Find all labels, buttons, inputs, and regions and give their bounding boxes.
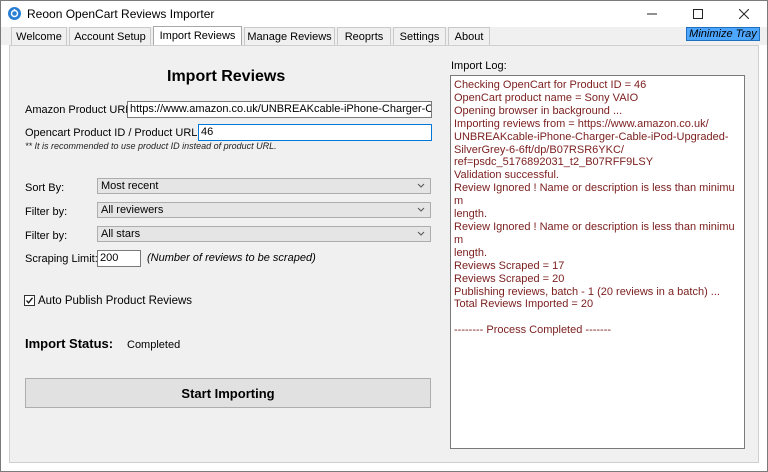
log-line: Opening browser in background ...	[454, 104, 623, 117]
log-line: -------- Process Completed -------	[454, 324, 612, 337]
maximize-icon	[693, 9, 703, 19]
log-line: Review Ignored ! Name or description is …	[454, 220, 735, 246]
log-line: Review Ignored ! Name or description is …	[454, 182, 735, 208]
log-line: ref=psdc_5176892031_t2_B07RFF9LSY	[454, 156, 654, 169]
scraping-limit-label: Scraping Limit:	[25, 253, 98, 265]
product-id-note: ** It is recommended to use product ID i…	[25, 141, 277, 151]
tab-account-setup[interactable]: Account Setup	[69, 27, 151, 45]
filter-reviewers-label: Filter by:	[25, 206, 68, 218]
chevron-down-icon	[417, 231, 425, 236]
import-status-label: Import Status:	[25, 336, 114, 351]
tab-about[interactable]: About	[448, 27, 490, 45]
log-line: Importing reviews from = https://www.ama…	[454, 117, 709, 130]
scraping-limit-input[interactable]: 200	[97, 250, 141, 267]
product-id-input[interactable]: 46	[198, 124, 432, 141]
scraping-limit-hint: (Number of reviews to be scraped)	[147, 252, 316, 264]
sort-by-select[interactable]: Most recent	[97, 178, 431, 194]
page-title: Import Reviews	[167, 68, 286, 85]
log-line: UNBREAKcable-iPhone-Charger-Cable-iPod-U…	[454, 130, 729, 143]
filter-stars-value: All stars	[101, 228, 141, 240]
tab-welcome[interactable]: Welcome	[11, 27, 67, 45]
window-title: Reoon OpenCart Reviews Importer	[27, 7, 215, 21]
close-window-button[interactable]	[721, 1, 767, 27]
maximize-window-button[interactable]	[675, 1, 721, 27]
tab-import-reviews[interactable]: Import Reviews	[153, 26, 242, 45]
minimize-icon	[647, 13, 657, 15]
tab-settings[interactable]: Settings	[393, 27, 446, 45]
tab-reports[interactable]: Reoprts	[337, 27, 391, 45]
chevron-down-icon	[417, 207, 425, 212]
log-line: Validation successful.	[454, 169, 559, 182]
tab-manage-reviews[interactable]: Manage Reviews	[244, 27, 335, 45]
close-icon	[739, 9, 749, 19]
auto-publish-label[interactable]: Auto Publish Product Reviews	[38, 295, 192, 307]
start-importing-button[interactable]: Start Importing	[25, 378, 431, 408]
title-bar: Reoon OpenCart Reviews Importer	[1, 1, 767, 27]
log-line: Checking OpenCart for Product ID = 46	[454, 79, 647, 91]
amazon-url-input[interactable]: https://www.amazon.co.uk/UNBREAKcable-iP…	[127, 101, 432, 118]
log-line: Reviews Scraped = 17	[454, 259, 565, 272]
sort-by-value: Most recent	[101, 180, 159, 192]
minimize-window-button[interactable]	[629, 1, 675, 27]
product-id-label: Opencart Product ID / Product URL:	[25, 127, 201, 139]
log-line: Total Reviews Imported = 20	[454, 298, 594, 311]
log-line: OpenCart product name = Sony VAIO	[454, 91, 639, 104]
filter-reviewers-select[interactable]: All reviewers	[97, 202, 431, 218]
import-log-textbox[interactable]: Checking OpenCart for Product ID = 46 Ope…	[450, 75, 745, 449]
app-logo-icon	[8, 7, 21, 20]
amazon-url-label: Amazon Product URL:	[25, 104, 135, 116]
filter-stars-select[interactable]: All stars	[97, 226, 431, 242]
import-status-value: Completed	[127, 339, 181, 351]
sort-by-label: Sort By:	[25, 182, 65, 194]
auto-publish-checkbox[interactable]	[24, 295, 35, 306]
minimize-tray-button[interactable]: Minimize Tray	[686, 27, 760, 41]
log-line: length.	[454, 246, 488, 259]
log-line: Publishing reviews, batch - 1 (20 review…	[454, 285, 720, 298]
filter-reviewers-value: All reviewers	[101, 204, 164, 216]
log-line: length.	[454, 208, 488, 221]
tab-strip: Welcome Account Setup Import Reviews Man…	[1, 26, 767, 45]
log-line: Reviews Scraped = 20	[454, 272, 565, 285]
import-log-label: Import Log:	[451, 60, 507, 72]
filter-stars-label: Filter by:	[25, 230, 68, 242]
log-line: SilverGrey-6-6ft/dp/B07RSR6YKC/	[454, 143, 624, 156]
app-window: Reoon OpenCart Reviews Importer Welcome …	[0, 0, 768, 472]
checkmark-icon	[26, 297, 34, 304]
chevron-down-icon	[417, 183, 425, 188]
